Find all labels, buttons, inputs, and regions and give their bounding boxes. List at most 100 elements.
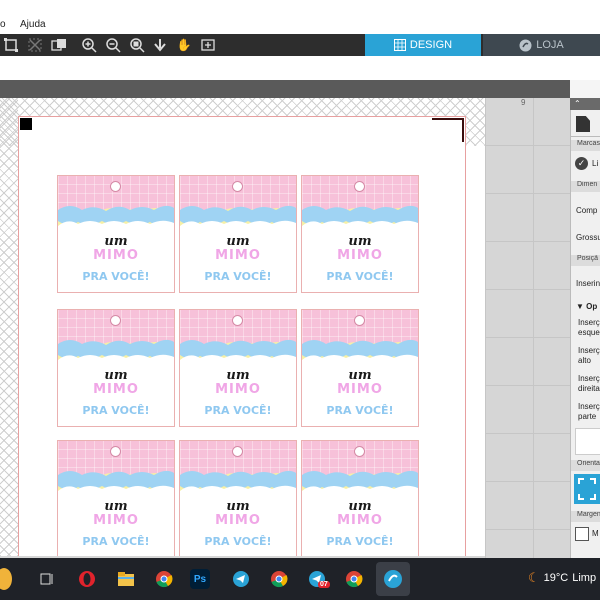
menu-item-partial[interactable]: o [0,19,6,30]
margin-checkbox[interactable] [575,527,589,541]
cutting-mat[interactable]: um MIMO PRA VOCÊ! um MIMO PRA VOCÊ! um MIMO PRA … [0,98,485,556]
insert-option-2[interactable]: Inserç [578,346,600,355]
grid-icon [393,39,406,51]
gift-tag[interactable]: um MIMO PRA VOCÊ! [57,440,175,556]
tag-hole [110,446,121,457]
panel-section-position: Posiçã [571,255,600,266]
ungroup-icon[interactable] [27,37,43,53]
insert-option-3-sub: direita [578,384,600,393]
options-toggle[interactable]: ▼ Op [576,302,597,311]
tab-design[interactable]: DESIGN [365,34,481,56]
replicate-icon[interactable] [51,37,67,53]
thickness-label: Grossu [576,233,600,242]
fit-page-icon[interactable] [200,37,216,53]
weather-moon-icon: ☾ [528,570,540,585]
tag-cloud-waves [180,470,296,495]
tag-text-um: um [348,499,372,514]
tag-text-mimo: MIMO [337,382,383,397]
tag-hole [110,315,121,326]
tag-cloud-waves [58,470,174,495]
tag-text-um: um [104,234,128,249]
orientation-portrait-button[interactable] [574,474,600,504]
panel-divider [571,136,600,137]
file-explorer-icon[interactable] [113,566,139,592]
chrome-icon-2[interactable] [266,566,292,592]
margin-label: M [592,529,599,538]
group-icon[interactable] [3,37,19,53]
store-logo-icon [519,39,532,51]
tag-text-mimo: MIMO [215,382,261,397]
tag-cloud-waves [302,205,418,230]
expand-icon [578,478,596,500]
tab-store[interactable]: LOJA [483,34,600,56]
tag-text-um: um [226,368,250,383]
checkmark-icon[interactable]: ✓ [575,157,588,170]
workspace-grid [485,98,570,558]
insert-option-4[interactable]: Inserç [578,402,600,411]
panel-section-marks: Marcas [571,140,600,151]
tag-text-mimo: MIMO [93,248,139,263]
gift-tag[interactable]: um MIMO PRA VOCÊ! [301,309,419,427]
tag-text-um: um [226,499,250,514]
chevron-up-icon[interactable]: ⌃ [574,99,581,108]
registration-mark-square [20,118,32,130]
sub-toolbar [0,56,600,80]
menu-item-help[interactable]: Ajuda [20,19,46,30]
opera-icon[interactable] [74,566,100,592]
tag-text-mimo: MIMO [93,382,139,397]
tag-text-mimo: MIMO [337,513,383,528]
zoom-out-icon[interactable] [105,37,121,53]
tag-text-pra-voce: PRA VOCÊ! [204,535,272,548]
tag-text-mimo: MIMO [337,248,383,263]
panel-section-orientation: Orienta [571,460,600,471]
tag-hole [354,446,365,457]
gift-tag[interactable]: um MIMO PRA VOCÊ! [179,175,297,293]
silhouette-studio-icon[interactable] [376,562,410,596]
chrome-icon-3[interactable] [341,566,367,592]
gift-tag[interactable]: um MIMO PRA VOCÊ! [179,309,297,427]
tag-text-mimo: MIMO [215,248,261,263]
weather-widget[interactable]: ☾ 19°C Limp [528,570,596,586]
widget-icon[interactable] [0,568,12,590]
gift-tag[interactable]: um MIMO PRA VOCÊ! [301,440,419,556]
insert-preview-box[interactable] [575,428,600,455]
length-label: Comp [576,206,598,215]
options-label: Op [586,302,598,311]
move-down-icon[interactable] [152,37,168,53]
photoshop-icon[interactable]: Ps [190,569,210,589]
gift-tag[interactable]: um MIMO PRA VOCÊ! [57,309,175,427]
tag-cloud-waves [58,205,174,230]
document-tabs-bar [0,80,570,98]
zoom-select-icon[interactable] [129,37,145,53]
weather-temperature: 19°C [543,572,569,584]
telegram-icon-2[interactable]: 07 [304,566,330,592]
line-label: Li [592,159,599,168]
tag-cloud-waves [58,339,174,364]
gift-tag[interactable]: um MIMO PRA VOCÊ! [179,440,297,556]
insert-option-1-sub: esque [578,328,600,337]
tag-text-pra-voce: PRA VOCÊ! [82,270,150,283]
registration-mark-corner [432,118,464,142]
telegram-icon[interactable] [228,566,254,592]
tag-text-mimo: MIMO [215,513,261,528]
panel-section-dimensions: Dimen [571,181,600,192]
tab-store-label: LOJA [536,39,564,51]
tag-cloud-waves [302,339,418,364]
zoom-in-icon[interactable] [81,37,97,53]
tag-text-um: um [348,368,372,383]
task-view-icon[interactable] [34,566,60,592]
insert-option-3[interactable]: Inserç [578,374,600,383]
tag-hole [110,181,121,192]
tag-text-mimo: MIMO [93,513,139,528]
insert-option-1[interactable]: Inserç [578,318,600,327]
gift-tag[interactable]: um MIMO PRA VOCÊ! [301,175,419,293]
tag-text-pra-voce: PRA VOCÊ! [204,270,272,283]
gift-tag[interactable]: um MIMO PRA VOCÊ! [57,175,175,293]
notification-badge: 07 [318,581,330,588]
tab-design-label: DESIGN [409,39,453,51]
panel-header: ⌃ [570,98,600,110]
chrome-icon[interactable] [151,566,177,592]
pan-hand-icon[interactable]: ✋ [176,37,192,53]
tag-hole [232,315,243,326]
tag-text-pra-voce: PRA VOCÊ! [82,404,150,417]
